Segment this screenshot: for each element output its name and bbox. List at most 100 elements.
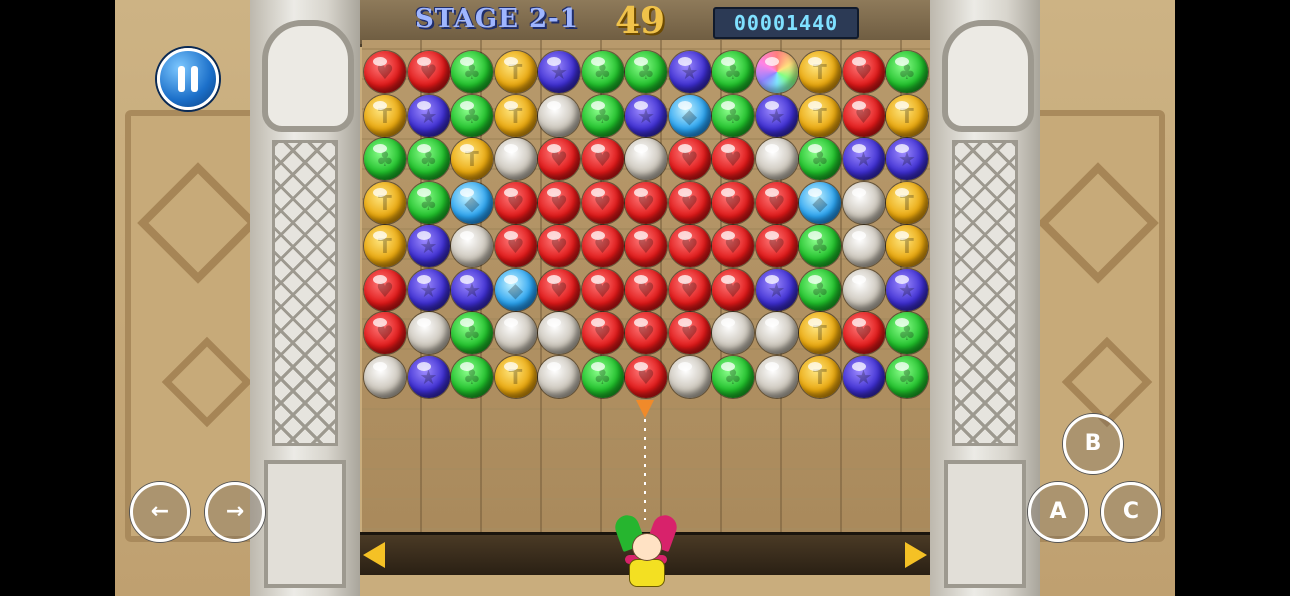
silver-bubble [755,312,798,354]
green-bubble: ♣ [581,355,624,398]
stage-label: STAGE 2-1 [415,4,579,34]
silver-bubble [712,312,754,354]
red-bubble-symbol-icon: ♥ [593,234,612,258]
right-pillar-lattice [952,140,1018,446]
red-bubble: ♥ [581,181,624,224]
yellow-bubble: T [364,225,406,267]
red-bubble: ♥ [364,312,406,354]
red-bubble-symbol-icon: ♥ [767,234,786,258]
right-pillar [930,0,1040,596]
blue-bubble-symbol-icon: ◆ [812,190,828,215]
red-bubble-symbol-icon: ♥ [550,190,568,215]
green-bubble-symbol-icon: ♣ [463,103,481,128]
red-bubble: ♥ [668,225,711,267]
purple-bubble-symbol-icon: ★ [898,277,916,302]
red-bubble: ♥ [842,312,885,354]
yellow-bubble: T [799,355,841,398]
jester-launcher [611,511,681,590]
left-pillar-scroll [262,20,354,132]
c-button[interactable]: C [1101,482,1161,542]
silver-bubble-symbol-icon [843,182,885,224]
purple-bubble-symbol-icon: ★ [767,103,786,128]
yellow-bubble: T [494,94,537,137]
move-right-button[interactable]: → [205,482,265,542]
green-bubble-symbol-icon: ♣ [724,364,742,389]
silver-bubble-symbol-icon [712,312,754,354]
red-bubble-symbol-icon: ♥ [593,147,612,171]
red-bubble-symbol-icon: ♥ [724,234,742,258]
red-bubble: ♥ [494,225,537,267]
green-bubble: ♣ [407,138,450,180]
purple-bubble-symbol-icon: ★ [419,277,438,302]
yellow-bubble-symbol-icon: T [378,234,392,258]
red-bubble: ♥ [538,268,580,311]
green-bubble: ♣ [364,138,406,180]
red-bubble-symbol-icon: ♥ [637,277,655,302]
yellow-bubble: T [799,312,841,354]
yellow-bubble-symbol-icon: T [900,234,914,258]
score-display: 00001440 [713,7,859,39]
purple-bubble: ★ [407,268,450,311]
red-bubble: ♥ [668,312,711,354]
yellow-bubble-symbol-icon: T [813,103,827,128]
yellow-bubble-symbol-icon: T [508,60,523,84]
red-bubble: ♥ [581,225,624,267]
blue-bubble: ◆ [494,268,537,311]
silver-bubble [755,138,798,180]
red-bubble-symbol-icon: ♥ [593,321,612,345]
purple-bubble-symbol-icon: ★ [419,103,438,128]
a-button[interactable]: A [1028,482,1088,542]
green-bubble: ♣ [799,138,841,180]
red-bubble: ♥ [625,355,667,398]
red-bubble-symbol-icon: ♥ [854,60,873,84]
b-button[interactable]: B [1063,414,1123,474]
green-bubble-symbol-icon: ♣ [898,364,916,389]
left-pillar-lattice [272,140,338,446]
purple-bubble-symbol-icon: ★ [854,364,873,389]
blue-bubble: ◆ [451,181,493,224]
purple-bubble: ★ [538,51,580,93]
silver-bubble [494,312,537,354]
red-bubble-symbol-icon: ♥ [767,190,786,215]
green-bubble-symbol-icon: ♣ [898,60,916,84]
green-bubble-symbol-icon: ♣ [637,60,655,84]
yellow-bubble: T [799,94,841,137]
jester-face [632,533,662,561]
red-bubble: ♥ [407,51,450,93]
move-left-button[interactable]: ← [130,482,190,542]
red-bubble: ♥ [842,94,885,137]
yellow-bubble-symbol-icon: T [378,103,392,128]
yellow-bubble-symbol-icon: T [813,60,827,84]
green-bubble-symbol-icon: ♣ [724,60,742,84]
purple-bubble-symbol-icon: ★ [550,60,568,84]
silver-bubble-symbol-icon [538,356,580,398]
yellow-bubble: T [494,355,537,398]
yellow-bubble: T [886,225,928,267]
red-bubble-symbol-icon: ♥ [637,321,655,345]
pause-button[interactable] [157,48,219,110]
purple-bubble: ★ [407,94,450,137]
left-pillar [250,0,360,596]
red-bubble-symbol-icon: ♥ [550,147,568,171]
purple-bubble-symbol-icon: ★ [767,277,786,302]
red-bubble: ♥ [712,181,754,224]
green-bubble: ♣ [712,355,754,398]
green-bubble-symbol-icon: ♣ [593,60,612,84]
yellow-bubble-symbol-icon: T [508,103,523,128]
red-bubble-symbol-icon: ♥ [550,277,568,302]
green-bubble: ♣ [886,312,928,354]
red-bubble: ♥ [668,268,711,311]
green-bubble: ♣ [625,51,667,93]
silver-bubble [842,225,885,267]
green-bubble: ♣ [451,94,493,137]
purple-bubble-symbol-icon: ★ [854,147,873,171]
green-bubble-symbol-icon: ♣ [376,147,394,171]
green-bubble: ♣ [407,181,450,224]
yellow-bubble: T [364,181,406,224]
green-bubble: ♣ [799,268,841,311]
red-bubble: ♥ [625,268,667,311]
green-bubble-symbol-icon: ♣ [419,147,438,171]
green-bubble: ♣ [451,355,493,398]
green-bubble-symbol-icon: ♣ [593,103,612,128]
purple-bubble: ★ [886,268,928,311]
